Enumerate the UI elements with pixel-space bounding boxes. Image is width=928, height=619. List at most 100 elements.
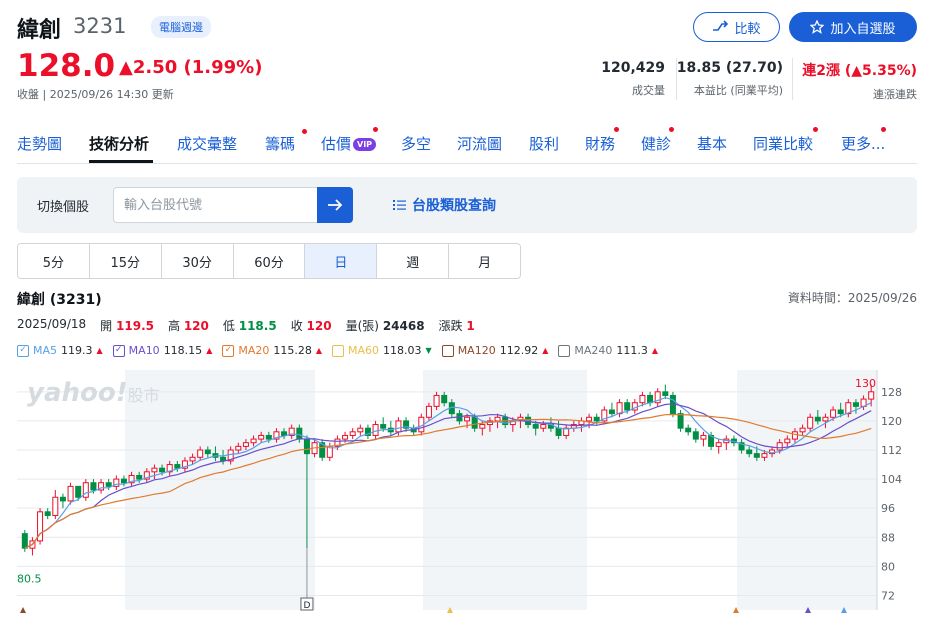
high-value: 120 [183,319,209,333]
pe-label: 本益比 (同業平均) [693,84,783,97]
ma-value: 119.3 [61,344,93,357]
candle-body [608,409,615,415]
arrow-right-icon [328,199,343,211]
ma-legend-item[interactable]: MA240 111.3 ▲ [558,344,658,357]
candle-body [700,434,707,440]
checkbox-checked-icon[interactable]: ✓ [17,344,29,357]
candle-body [21,533,28,549]
vip-badge: VIP [353,138,377,151]
candle-body [90,482,97,491]
tab-valuation-label: 估價 [321,135,352,153]
candle-body [586,416,593,422]
period-30min[interactable]: 30分 [161,244,234,278]
candle-body [75,485,82,498]
candlestick-chart[interactable]: 128 120 112 104 96 88 80 72 130 80.5 D yahoo!股市 [17,370,917,615]
y-tick-label: 80 [881,560,895,573]
candle-body [425,405,432,418]
period-60min[interactable]: 60分 [233,244,306,278]
star-icon [810,20,825,34]
min-price-label: 80.5 [17,573,42,586]
tab-trend[interactable]: 走勢圖 [17,133,62,154]
volume-label: 量(張) [345,319,379,333]
search-submit-button[interactable] [317,187,353,223]
tab-valuation[interactable]: 估價 VIP [321,133,377,154]
category-search-link[interactable]: 台股類股查詢 [393,195,496,215]
low-label: 低 [222,319,235,333]
candle-body [830,409,837,418]
candle-body [250,438,257,444]
candle-body [540,424,547,429]
tab-more[interactable]: 更多... [841,133,885,154]
checkbox-unchecked-icon[interactable] [441,344,454,357]
ma-legend-item[interactable]: ✓ MA10 118.15 ▲ [112,344,212,357]
candle-body [624,402,631,411]
checkbox-unchecked-icon[interactable] [558,344,571,357]
tab-trade-summary[interactable]: 成交彙整 [177,133,237,154]
ma-legend-item[interactable]: MA120 112.92 ▲ [441,344,548,357]
ma-legend-item[interactable]: ✓ MA5 119.3 ▲ [17,344,103,357]
low-value: 118.5 [238,319,277,333]
stock-code: 3231 [73,14,127,38]
candle-body [837,409,844,415]
period-month[interactable]: 月 [449,244,520,278]
new-dot-icon [614,127,619,132]
active-tab-indicator [89,160,153,163]
candle-body [715,442,722,447]
candle-body [174,464,181,469]
ma-legend-item[interactable]: MA60 118.03 ▼ [332,344,432,357]
tab-river-chart[interactable]: 河流圖 [457,133,502,154]
candle-body [784,438,791,444]
candle-body [471,416,478,429]
open-value: 119.5 [116,319,154,333]
industry-tag[interactable]: 電腦週邊 [151,16,211,38]
tab-financials[interactable]: 財務 [585,133,615,154]
candle-body [357,427,364,433]
candle-body [494,416,501,422]
candle-body [807,416,814,429]
checkbox-checked-icon[interactable]: ✓ [222,344,235,357]
y-tick-label: 104 [881,473,902,486]
candle-body [296,427,303,440]
tab-dividend[interactable]: 股利 [529,133,559,154]
candle-body [52,496,59,516]
ma-value: 115.28 [273,344,312,357]
period-15min[interactable]: 15分 [89,244,162,278]
checkbox-unchecked-icon[interactable] [332,344,345,357]
period-week[interactable]: 週 [377,244,450,278]
new-dot-icon [302,129,307,134]
compare-button[interactable]: 比較 [693,12,780,42]
candle-body [593,416,600,422]
ma-legend-item[interactable]: ✓ MA20 115.28 ▲ [222,344,322,357]
add-watchlist-button[interactable]: 加入自選股 [789,12,917,42]
current-price: 128.0 [17,48,116,84]
category-search-label: 台股類股查詢 [412,198,496,214]
tab-basic[interactable]: 基本 [697,133,727,154]
stock-header: 緯創 3231 電腦週邊 128.0 ▲2.50 (1.99%) 收盤 | 20… [17,10,917,110]
volume-value: 24468 [382,319,425,333]
stock-code-input[interactable] [113,187,317,223]
ma-label: MA60 [348,344,380,357]
ma-value: 111.3 [616,344,648,357]
candle-body [380,424,387,429]
period-day[interactable]: 日 [305,244,378,278]
period-5min[interactable]: 5分 [18,244,90,278]
candle-body [258,434,265,440]
candle-body [852,402,859,407]
candle-body [555,427,562,436]
candle-body [662,391,669,396]
compare-icon [713,20,729,31]
tab-health-check[interactable]: 健診 [641,133,671,154]
y-tick-label: 72 [881,589,895,602]
tab-peer-compare[interactable]: 同業比較 [753,133,813,154]
candle-body [753,453,760,458]
candle-body [159,467,166,473]
candle-body [44,511,51,516]
tab-technical[interactable]: 技術分析 [89,133,149,154]
ma-value: 112.92 [499,344,539,357]
tab-bull-bear[interactable]: 多空 [401,133,431,154]
checkbox-checked-icon[interactable]: ✓ [112,344,125,357]
new-dot-icon [881,127,886,132]
ma-label: MA120 [457,344,496,357]
tab-chips[interactable]: 籌碼 [265,133,295,154]
candle-body [151,467,158,473]
